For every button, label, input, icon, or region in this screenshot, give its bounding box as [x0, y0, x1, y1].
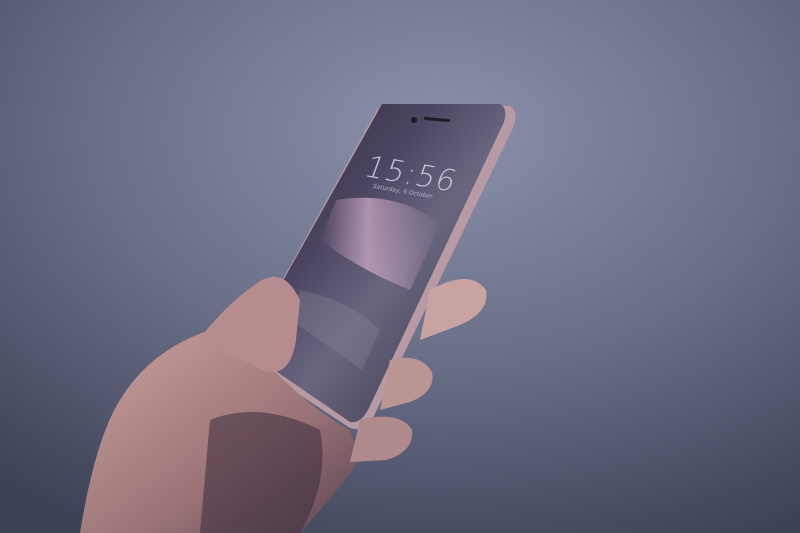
- hand-holding-phone-photo: [0, 0, 800, 533]
- hand-shadow: [200, 412, 323, 533]
- photo-scene: 15:56 Saturday, 6 October: [0, 0, 800, 533]
- front-camera-icon: [411, 117, 417, 123]
